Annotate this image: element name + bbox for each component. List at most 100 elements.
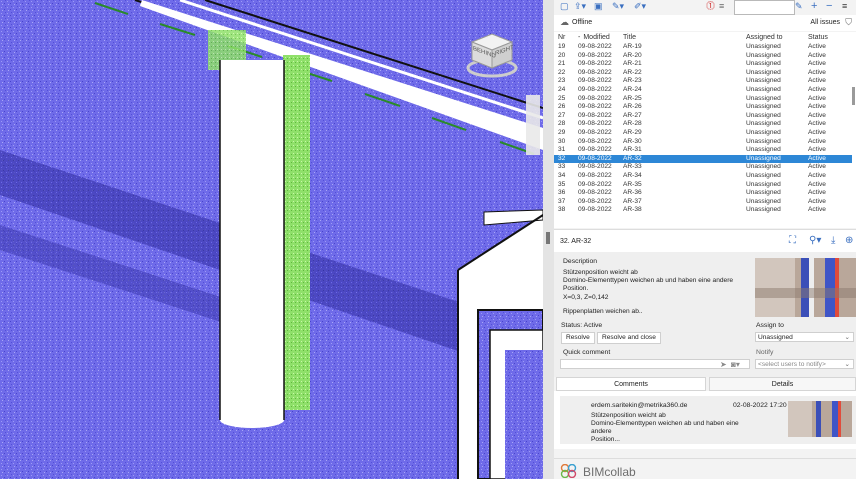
table-row[interactable]: 30 09-08-2022 AR-30 Unassigned Active (554, 138, 852, 147)
tab-details[interactable]: Details (709, 377, 856, 391)
zoom-in-icon[interactable]: ⊕ (845, 235, 853, 246)
cell-modified: 09-08-2022 (578, 206, 612, 214)
comment-snapshot[interactable] (788, 401, 852, 437)
table-row[interactable]: 21 09-08-2022 AR-21 Unassigned Active (554, 60, 852, 69)
column-modified[interactable]: - Modified (574, 32, 619, 43)
description-line: Stützenposition weicht ab (563, 269, 638, 276)
notify-select[interactable]: <select users to notify> ⌄ (755, 359, 854, 369)
table-row[interactable]: 38 09-08-2022 AR-38 Unassigned Active (554, 206, 852, 215)
assign-select[interactable]: Unassigned ⌄ (755, 332, 854, 342)
table-row[interactable]: 34 09-08-2022 AR-34 Unassigned Active (554, 172, 852, 181)
cell-status: Active (808, 189, 826, 197)
search-input[interactable] (734, 0, 795, 15)
table-row[interactable]: 25 09-08-2022 AR-25 Unassigned Active (554, 95, 852, 104)
cell-assigned: Unassigned (746, 128, 781, 136)
panel-splitter[interactable] (543, 0, 554, 479)
cell-nr: 22 (558, 68, 566, 76)
list-icon[interactable]: ≡ (719, 1, 724, 12)
view-cube[interactable]: BEHIND RIGHT (462, 28, 524, 78)
description-text[interactable]: Stützenposition weicht ab Domino-Element… (563, 269, 753, 316)
cell-status: Active (808, 51, 826, 59)
cell-status: Active (808, 180, 826, 188)
fit-view-icon[interactable]: ⛶ (789, 235, 796, 246)
cell-nr: 34 (558, 171, 566, 179)
cell-nr: 32 (554, 154, 574, 164)
add-icon[interactable]: + (811, 1, 817, 12)
cell-modified: 09-08-2022 (578, 60, 612, 68)
edit-icon[interactable]: ✎ (795, 1, 803, 12)
cell-assigned: Unassigned (746, 60, 781, 68)
cell-title: AR-35 (623, 180, 642, 188)
table-row[interactable]: 26 09-08-2022 AR-26 Unassigned Active (554, 103, 852, 112)
resolve-button[interactable]: Resolve (561, 332, 595, 344)
table-row[interactable]: 36 09-08-2022 AR-36 Unassigned Active (554, 189, 852, 198)
issue-snapshot[interactable] (755, 258, 856, 317)
issue-filter-label[interactable]: All issues (810, 19, 840, 26)
column-assigned[interactable]: Assigned to (742, 32, 804, 43)
cell-title: AR-32 (619, 154, 742, 164)
logo-graphic (560, 463, 577, 479)
cell-status: Active (808, 120, 826, 128)
cell-modified: 09-08-2022 (578, 146, 612, 154)
cell-title: AR-29 (623, 128, 642, 136)
cell-assigned: Unassigned (746, 77, 781, 85)
cell-status: Active (808, 43, 826, 50)
remove-icon[interactable]: − (826, 1, 832, 12)
table-row[interactable]: 33 09-08-2022 AR-33 Unassigned Active (554, 163, 852, 172)
send-icon[interactable]: ➤ (720, 359, 727, 370)
pin-icon[interactable]: ✐▾ (634, 1, 646, 12)
tab-comments[interactable]: Comments (556, 377, 706, 391)
table-header: Nr - Modified Title Assigned to Status (554, 32, 852, 43)
cloud-icon: ☁ (560, 17, 569, 27)
cell-assigned: Unassigned (746, 197, 781, 205)
table-row[interactable]: 35 09-08-2022 AR-35 Unassigned Active (554, 181, 852, 190)
cell-nr: 29 (558, 128, 566, 136)
description-line: X=0,3, Z=0,142 (563, 293, 609, 301)
cell-status: Active (808, 68, 826, 76)
cell-assigned: Unassigned (746, 111, 781, 119)
3d-viewport[interactable]: BEHIND RIGHT (0, 0, 543, 479)
cell-status: Active (808, 103, 826, 111)
column-title[interactable]: Title (619, 32, 742, 43)
pencil-icon[interactable]: ✎▾ (612, 1, 624, 12)
table-row[interactable]: 37 09-08-2022 AR-37 Unassigned Active (554, 198, 852, 207)
upload-icon[interactable]: ⇪▾ (574, 1, 586, 12)
camera-icon[interactable]: ◙▾ (731, 359, 740, 370)
cell-status: Active (808, 85, 826, 93)
table-row[interactable]: 29 09-08-2022 AR-29 Unassigned Active (554, 129, 852, 138)
cell-status: Active (808, 206, 826, 214)
description-line: Position. (563, 285, 589, 293)
resolve-close-button[interactable]: Resolve and close (597, 332, 661, 344)
table-row[interactable]: 23 09-08-2022 AR-23 Unassigned Active (554, 77, 852, 86)
column-nr[interactable]: Nr (554, 32, 574, 43)
issue-header: 32. AR-32 ⛶ ⚲▾ ⤓ ⊕ (554, 229, 856, 253)
cell-title: AR-21 (623, 60, 642, 68)
table-row[interactable]: 27 09-08-2022 AR-27 Unassigned Active (554, 112, 852, 121)
table-row[interactable]: 22 09-08-2022 AR-22 Unassigned Active (554, 69, 852, 78)
table-row[interactable]: 24 09-08-2022 AR-24 Unassigned Active (554, 86, 852, 95)
comment-item[interactable]: erdem.saritekin@metrika360.de 02-08-2022… (560, 396, 856, 444)
zoom-icon[interactable]: ⚲▾ (809, 235, 821, 246)
column-status[interactable]: Status (804, 32, 852, 43)
assign-label: Assign to (756, 322, 784, 329)
table-row[interactable]: 20 09-08-2022 AR-20 Unassigned Active (554, 52, 852, 61)
issue-title: 32. AR-32 (560, 238, 592, 245)
table-row[interactable]: 32 09-08-2022 AR-32 Unassigned Active (554, 154, 852, 164)
quick-comment-label: Quick comment (563, 349, 611, 356)
cell-modified: 09-08-2022 (578, 128, 612, 136)
alert-icon[interactable]: ⓵ (706, 1, 715, 12)
cell-assigned: Unassigned (746, 43, 781, 50)
download-icon[interactable]: ⤓ (831, 235, 835, 246)
table-row[interactable]: 31 09-08-2022 AR-31 Unassigned Active (554, 146, 852, 155)
save-icon[interactable]: ▣ (594, 1, 603, 12)
splitter-grip[interactable] (546, 232, 550, 244)
vertical-scrollbar[interactable] (852, 87, 855, 105)
menu-icon[interactable]: ≡ (842, 1, 847, 12)
bimcollab-panel: ▢ ⇪▾ ▣ ✎▾ ✐▾ ⓵ ≡ ✎ + − ≡ ☁ Offline All i… (554, 0, 856, 479)
cell-title: AR-38 (623, 206, 642, 214)
snapshot-image (755, 258, 856, 317)
filter-icon[interactable]: ⛉ (845, 17, 852, 28)
table-row[interactable]: 28 09-08-2022 AR-28 Unassigned Active (554, 120, 852, 129)
table-row[interactable]: 19 09-08-2022 AR-19 Unassigned Active (554, 43, 852, 52)
new-issue-icon[interactable]: ▢ (560, 1, 569, 12)
